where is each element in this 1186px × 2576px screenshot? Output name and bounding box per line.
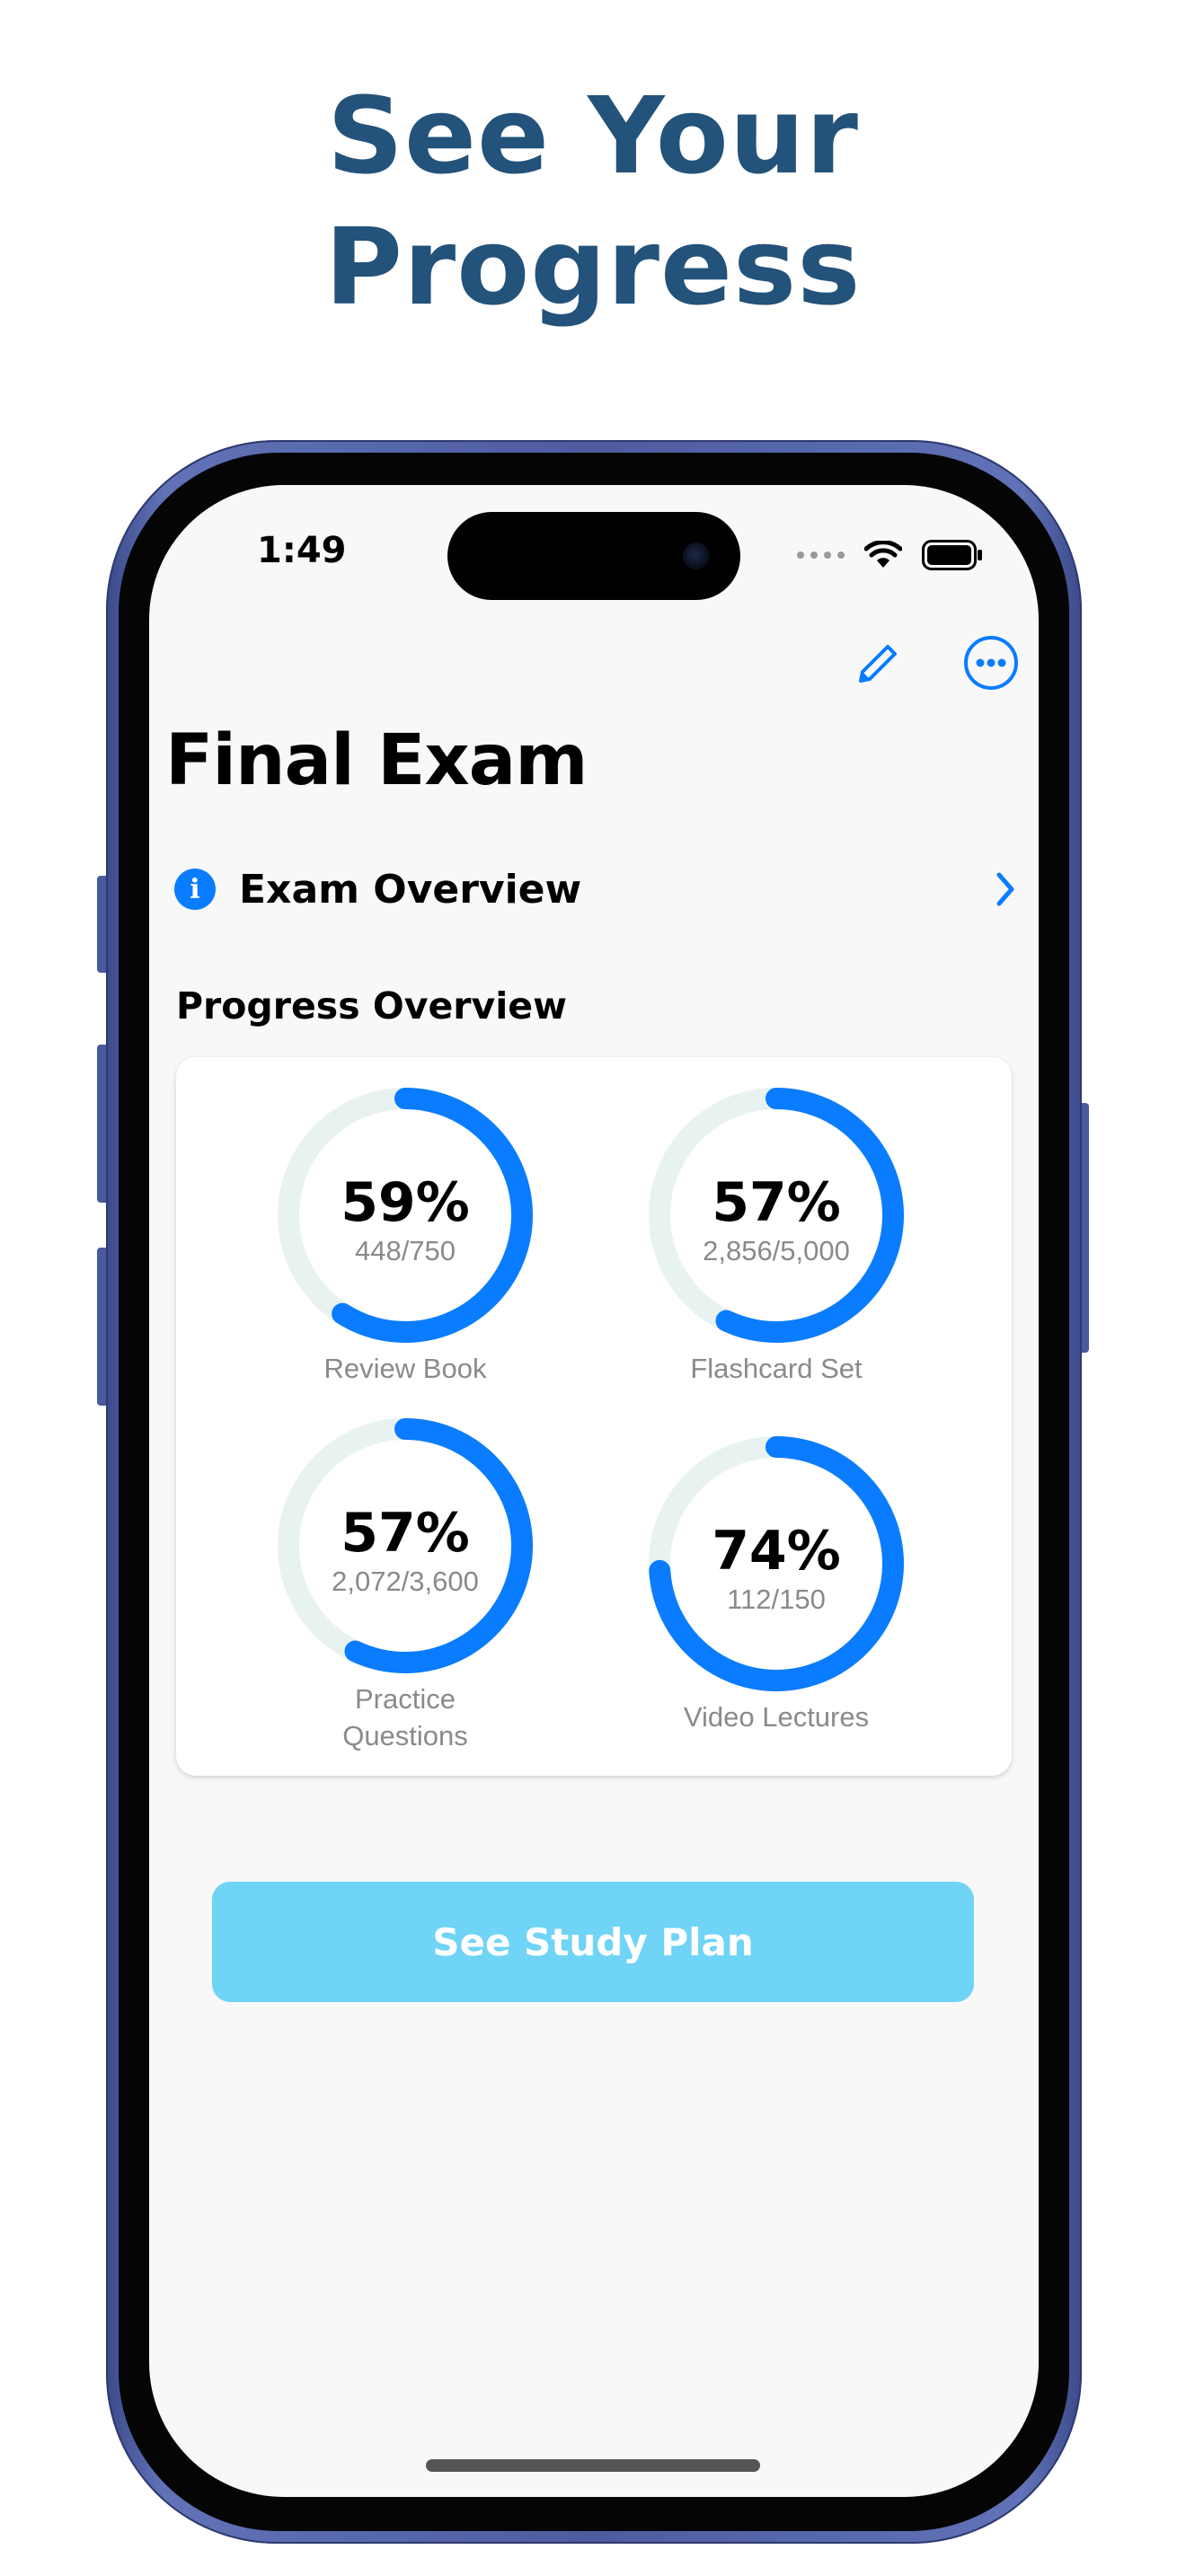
home-indicator [426, 2459, 760, 2472]
headline-line-1: See Your [326, 74, 859, 198]
wifi-icon [864, 541, 902, 568]
signal-dots-icon [797, 551, 845, 559]
progress-percent: 74% [712, 1520, 841, 1583]
progress-count: 448/750 [354, 1235, 456, 1266]
status-icons [797, 537, 983, 573]
exam-overview-row[interactable]: i Exam Overview [174, 853, 1019, 925]
dynamic-island [447, 512, 740, 600]
pencil-icon[interactable] [850, 638, 904, 692]
status-time: 1:49 [257, 530, 347, 571]
progress-label: Flashcard Set [690, 1353, 863, 1384]
progress-label: Review Book [323, 1353, 487, 1384]
page-title: Final Exam [165, 720, 589, 801]
battery-icon [922, 540, 982, 570]
progress-item-flashcard-set[interactable]: 57% 2,856/5,000 Flashcard Set [597, 1081, 956, 1387]
progress-label-line-2: Questions [342, 1720, 468, 1751]
see-study-plan-button[interactable]: See Study Plan [212, 1882, 974, 2002]
camera-icon [683, 543, 710, 569]
chevron-right-icon [996, 872, 1014, 906]
progress-item-video-lectures[interactable]: 74% 112/150 Video Lectures [597, 1429, 956, 1735]
ellipsis-circle-icon[interactable] [961, 633, 1021, 693]
phone-screen: 1:49 Final Exam i Exam Overview Progress… [149, 485, 1039, 2497]
progress-overview-card: 59% 448/750 Review Book 57% 2,856/5,000 … [176, 1057, 1012, 1776]
progress-percent: 59% [341, 1171, 470, 1234]
progress-item-review-book[interactable]: 59% 448/750 Review Book [226, 1081, 585, 1387]
progress-item-practice-questions[interactable]: 57% 2,072/3,600 Practice Questions [226, 1411, 585, 1754]
exam-overview-label: Exam Overview [239, 866, 582, 913]
progress-percent: 57% [341, 1502, 470, 1565]
headline: See Your Progress [0, 70, 1186, 332]
section-title: Progress Overview [176, 984, 567, 1028]
info-circle-icon: i [174, 869, 216, 910]
progress-label: Video Lectures [683, 1701, 870, 1733]
progress-count: 112/150 [727, 1584, 826, 1615]
progress-count: 2,856/5,000 [703, 1235, 850, 1266]
progress-count: 2,072/3,600 [332, 1566, 479, 1597]
headline-line-2: Progress [324, 205, 862, 329]
progress-label: Practice [355, 1683, 456, 1715]
progress-percent: 57% [712, 1171, 841, 1234]
